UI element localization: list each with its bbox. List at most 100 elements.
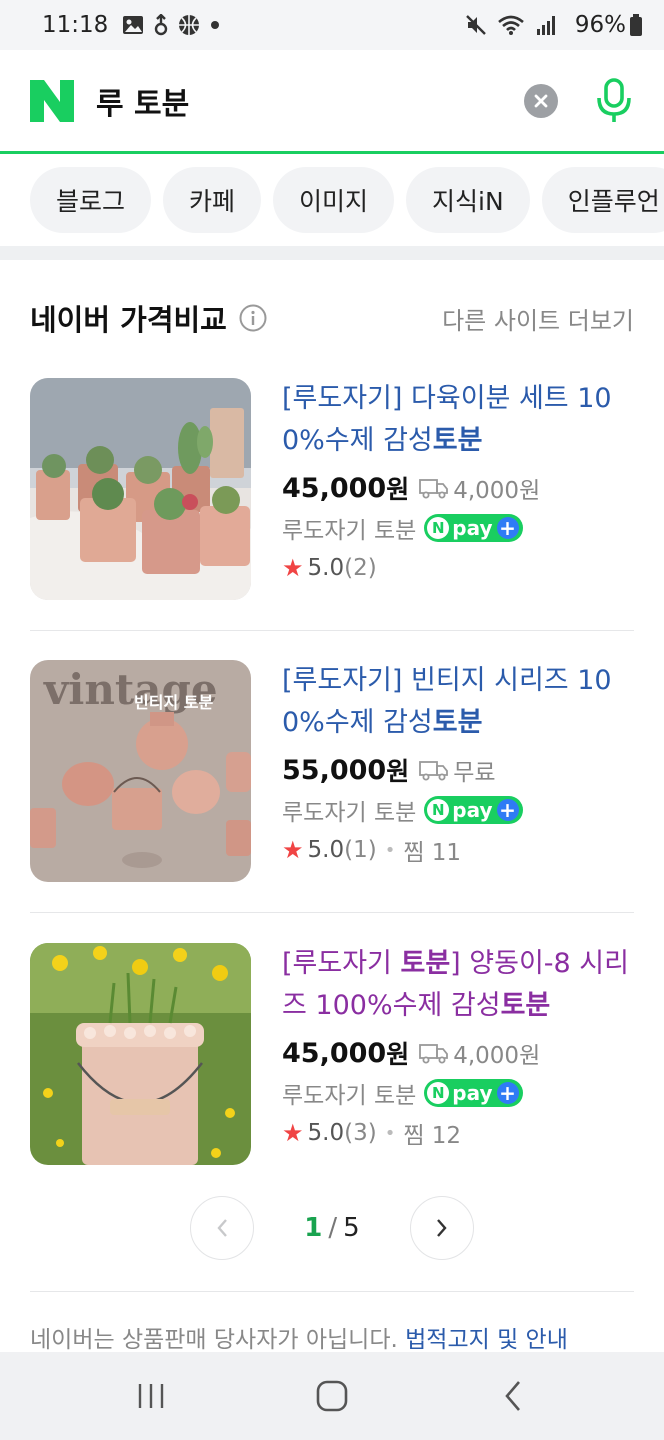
section-title: 네이버 가격비교	[30, 303, 227, 337]
shipping-fee: 무료	[453, 760, 496, 786]
rating-score: 5.0	[307, 837, 345, 863]
home-icon	[316, 1380, 348, 1412]
seller-row: 루도자기 토분 N pay +	[282, 790, 634, 830]
rating-row: ★ 5.0 (1) • 찜 11	[282, 830, 634, 870]
seller-row: 루도자기 토분 N pay +	[282, 1073, 634, 1113]
naver-n-icon: N	[427, 1082, 450, 1104]
clear-search-button[interactable]	[524, 83, 558, 118]
mute-icon	[465, 14, 487, 36]
seller-row: 루도자기 토분 N pay +	[282, 508, 634, 548]
tab-influencer[interactable]: 인플루언	[541, 167, 664, 233]
tab-blog[interactable]: 블로그	[30, 167, 152, 233]
rating-score: 5.0	[307, 555, 345, 581]
tab-kin[interactable]: 지식iN	[406, 167, 530, 233]
npay-plus-badge: N pay +	[424, 1079, 523, 1107]
review-count: (3)	[344, 1120, 377, 1146]
product-image[interactable]	[30, 378, 251, 600]
product-price: 45,000	[282, 1037, 387, 1069]
seller-name: 루도자기 토분	[282, 1083, 417, 1109]
wishlist-count: 찜 12	[403, 1123, 462, 1149]
naver-n-icon: N	[427, 517, 450, 539]
seller-name: 루도자기 토분	[282, 800, 417, 826]
shipping-fee: 4,000원	[453, 1043, 541, 1069]
product-image[interactable]: vintage 빈티지 토분	[30, 660, 251, 882]
recent-apps-icon	[138, 1384, 163, 1408]
svg-text:빈티지 토분: 빈티지 토분	[134, 693, 213, 712]
product-title-link[interactable]: [루도자기] 빈티지 시리즈 100%수제 감성토분	[282, 660, 634, 744]
product-price: 45,000	[282, 472, 387, 504]
divider	[30, 1291, 634, 1292]
product-title-link[interactable]: [루도자기 토분] 양동이-8 시리즈 100%수제 감성토분	[282, 943, 634, 1027]
product-title-link[interactable]: [루도자기] 다육이분 세트 100%수제 감성토분	[282, 378, 634, 462]
star-icon: ★	[282, 1119, 304, 1147]
price-unit: 원	[386, 475, 410, 504]
product-item[interactable]: vintage 빈티지 토분 [루도자기] 빈티지 시리즈 100%수제 감성토…	[30, 660, 634, 882]
price-unit: 원	[386, 757, 410, 786]
divider	[30, 630, 634, 631]
chevron-left-icon	[217, 1219, 227, 1237]
tab-cafe[interactable]: 카페	[163, 167, 262, 233]
separator-dot: •	[384, 1122, 396, 1144]
naver-n-icon: N	[427, 799, 450, 821]
page: 11:18 96% 루 토분 블로그 카페 이미지 지식iN 인플루언 네이버 …	[0, 0, 664, 1440]
current-page: 1	[304, 1213, 323, 1243]
section-separator	[0, 246, 664, 260]
gallery-icon	[122, 15, 144, 35]
more-sites-link[interactable]: 다른 사이트 더보기	[442, 301, 634, 336]
plus-icon: +	[496, 799, 519, 821]
close-icon	[534, 94, 548, 107]
app-notification-icon	[154, 14, 168, 36]
back-button[interactable]	[473, 1366, 553, 1426]
delivery-truck-icon	[419, 477, 449, 499]
price-row: 55,000 원 무료	[282, 750, 634, 790]
system-nav-bar	[0, 1352, 664, 1440]
price-row: 45,000 원 4,000원	[282, 468, 634, 508]
page-indicator: 1/5	[254, 1213, 410, 1243]
shipping-fee: 4,000원	[453, 478, 541, 504]
review-count: (1)	[344, 837, 377, 863]
plus-icon: +	[496, 517, 519, 539]
rating-row: ★ 5.0 (2)	[282, 548, 634, 588]
delivery-truck-icon	[419, 759, 449, 781]
chevron-right-icon	[437, 1219, 447, 1237]
voice-search-button[interactable]	[594, 77, 634, 125]
product-item[interactable]: [루도자기] 다육이분 세트 100%수제 감성토분 45,000 원 4,000…	[30, 378, 634, 600]
info-icon[interactable]	[239, 304, 267, 332]
product-item[interactable]: [루도자기 토분] 양동이-8 시리즈 100%수제 감성토분 45,000 원 …	[30, 943, 634, 1165]
naver-logo[interactable]	[30, 79, 74, 123]
review-count: (2)	[344, 555, 377, 581]
home-button[interactable]	[292, 1366, 372, 1426]
separator-dot: •	[384, 839, 396, 861]
legal-notice-link[interactable]: 법적고지 및 안내	[405, 1327, 568, 1353]
rating-row: ★ 5.0 (3) • 찜 12	[282, 1113, 634, 1153]
prev-page-button[interactable]	[190, 1196, 254, 1260]
price-unit: 원	[386, 1040, 410, 1069]
plus-icon: +	[496, 1082, 519, 1104]
battery-icon	[630, 14, 642, 36]
delivery-truck-icon	[419, 1042, 449, 1064]
back-icon	[505, 1381, 521, 1411]
signal-icon	[535, 14, 557, 36]
wishlist-count: 찜 11	[403, 840, 462, 866]
wifi-icon	[497, 14, 525, 36]
divider	[30, 912, 634, 913]
disclaimer-text: 네이버는 상품판매 당사자가 아닙니다.	[30, 1327, 406, 1353]
page-separator: /	[328, 1213, 338, 1243]
status-time: 11:18	[42, 12, 109, 38]
microphone-icon	[597, 77, 631, 122]
tab-image[interactable]: 이미지	[273, 167, 395, 233]
search-header: 루 토분	[0, 50, 664, 154]
npay-plus-badge: N pay +	[424, 514, 523, 542]
total-pages: 5	[343, 1213, 360, 1243]
next-page-button[interactable]	[410, 1196, 474, 1260]
rating-score: 5.0	[307, 1120, 345, 1146]
star-icon: ★	[282, 836, 304, 864]
price-compare-header: 네이버 가격비교 다른 사이트 더보기	[30, 288, 634, 348]
product-image[interactable]	[30, 943, 251, 1165]
recent-apps-button[interactable]	[111, 1366, 191, 1426]
status-bar: 11:18 96%	[0, 0, 664, 50]
price-row: 45,000 원 4,000원	[282, 1033, 634, 1073]
seller-name: 루도자기 토분	[282, 518, 417, 544]
product-price: 55,000	[282, 754, 387, 786]
search-input[interactable]: 루 토분	[96, 79, 524, 123]
